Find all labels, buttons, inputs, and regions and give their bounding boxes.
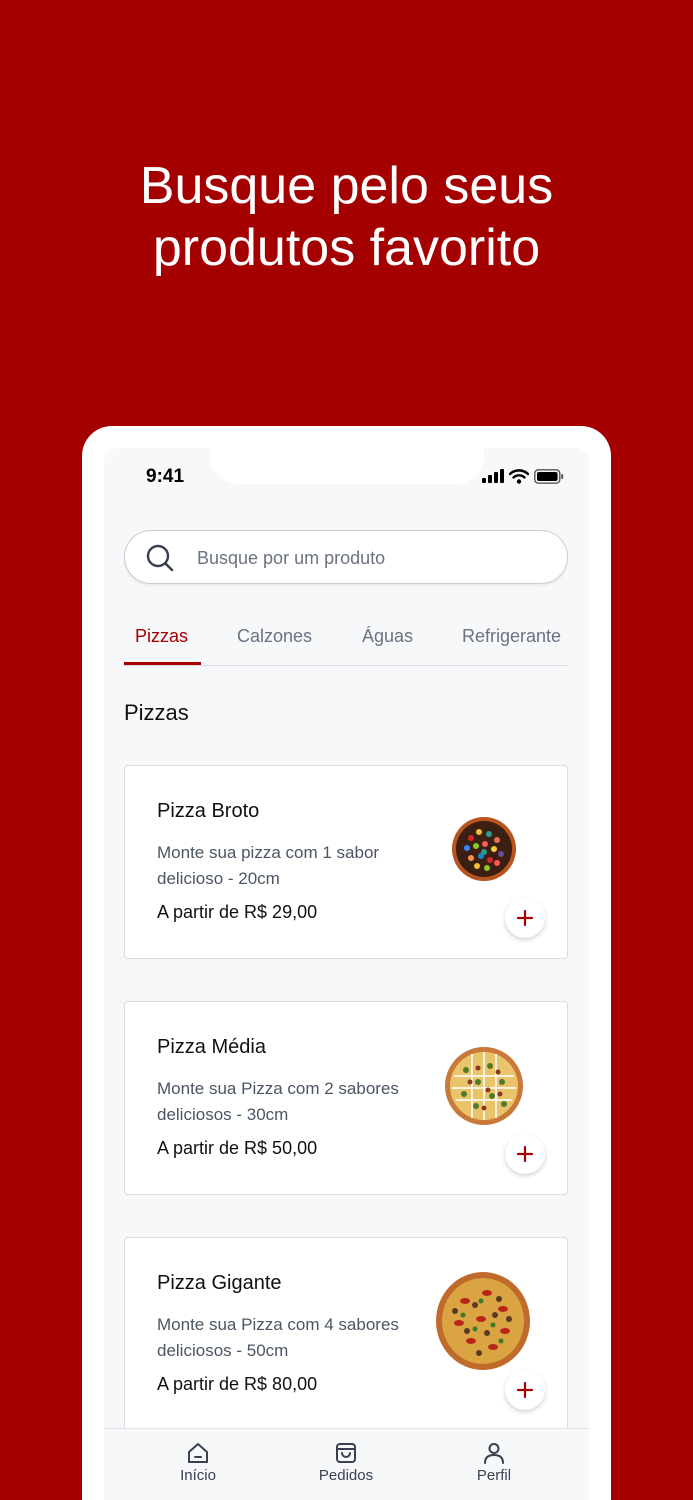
status-icons (482, 468, 564, 484)
pizza-media-image (445, 1047, 523, 1125)
active-tab-indicator (124, 662, 201, 665)
user-icon (484, 1443, 504, 1464)
add-to-cart-button[interactable] (505, 898, 545, 938)
headline-line-1: Busque pelo seus (139, 157, 554, 215)
product-price: A partir de R$ 50,00 (157, 1138, 318, 1158)
product-name: Pizza Média (157, 1036, 266, 1058)
phone-screen: 9:41 Busque por um produto Pizzas Calzon… (104, 448, 589, 1500)
nav-label: Pedidos (318, 1467, 374, 1484)
product-price: A partir de R$ 29,00 (157, 902, 318, 922)
pizza-broto-image (452, 817, 516, 881)
headline: Busque pelo seus produtos favorito (0, 155, 693, 279)
tab-calzones[interactable]: Calzones (237, 626, 312, 647)
plus-icon (517, 910, 533, 926)
nav-item-inicio[interactable]: Início (148, 1441, 248, 1484)
plus-icon (517, 1382, 533, 1398)
tab-refrigerante[interactable]: Refrigerante (462, 626, 561, 647)
add-to-cart-button[interactable] (505, 1134, 545, 1174)
product-name: Pizza Broto (157, 800, 260, 822)
add-to-cart-button[interactable] (505, 1370, 545, 1410)
phone-mockup: 9:41 Busque por um produto Pizzas Calzon… (82, 426, 611, 1500)
shopping-bag-icon (336, 1443, 356, 1463)
headline-line-2: produtos favorito (152, 219, 541, 277)
section-title: Pizzas (124, 700, 189, 725)
nav-label: Início (180, 1467, 216, 1484)
wifi-icon (509, 468, 529, 484)
bottom-navigation: Início Pedidos Perfil (104, 1428, 589, 1500)
product-description: Monte sua pizza com 1 sabor delicioso - … (157, 843, 380, 888)
search-icon (146, 544, 174, 572)
pizza-gigante-image (436, 1272, 530, 1370)
nav-label: Perfil (476, 1467, 512, 1484)
tab-pizzas[interactable]: Pizzas (135, 626, 188, 647)
nav-item-pedidos[interactable]: Pedidos (296, 1441, 396, 1484)
home-icon (188, 1443, 208, 1463)
product-card[interactable]: Pizza Gigante Monte sua Pizza com 4 sabo… (124, 1237, 568, 1431)
category-tabs: Pizzas Calzones Águas Refrigerante (124, 626, 568, 666)
product-description: Monte sua Pizza com 4 sabores deliciosos… (157, 1315, 399, 1360)
product-price: A partir de R$ 80,00 (157, 1374, 318, 1394)
phone-notch (210, 448, 484, 484)
tab-aguas[interactable]: Águas (362, 626, 413, 647)
signal-icon (482, 469, 504, 483)
product-name: Pizza Gigante (157, 1272, 282, 1294)
search-input[interactable] (197, 545, 547, 571)
search-bar[interactable] (124, 530, 568, 584)
product-card[interactable]: Pizza Média Monte sua Pizza com 2 sabore… (124, 1001, 568, 1195)
nav-item-perfil[interactable]: Perfil (444, 1441, 544, 1484)
status-time: 9:41 (146, 466, 185, 487)
plus-icon (517, 1146, 533, 1162)
battery-icon (534, 468, 564, 484)
product-description: Monte sua Pizza com 2 sabores deliciosos… (157, 1079, 399, 1124)
product-card[interactable]: Pizza Broto Monte sua pizza com 1 sabor … (124, 765, 568, 959)
